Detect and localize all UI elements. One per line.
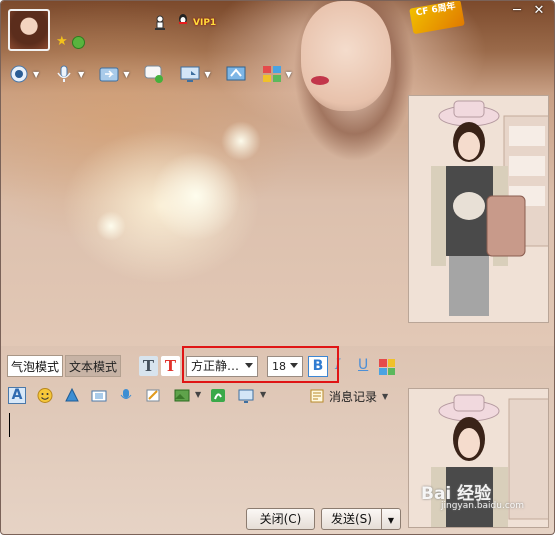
magic-icon[interactable] <box>63 387 81 404</box>
voice-call-button[interactable]: ▼ <box>53 61 84 87</box>
remote-desktop-icon <box>180 66 200 82</box>
qq-show-contact[interactable] <box>408 95 549 323</box>
highlight-box <box>182 346 339 383</box>
close-icon[interactable]: ✕ <box>530 3 548 19</box>
qq-show-figure-icon <box>409 96 548 322</box>
banner-sparkle <box>221 121 261 161</box>
qzone-icon[interactable] <box>72 36 85 49</box>
chess-icon[interactable] <box>153 15 167 30</box>
chevron-down-icon[interactable]: ▼ <box>195 390 201 399</box>
share-screen-icon <box>226 66 246 81</box>
screenshot-icon[interactable] <box>90 387 108 404</box>
file-transfer-icon <box>99 67 119 82</box>
history-icon <box>310 389 324 403</box>
banner-lips <box>311 76 329 85</box>
color-palette-icon[interactable] <box>379 359 395 375</box>
avatar[interactable] <box>8 9 50 51</box>
file-transfer-button[interactable]: ▼ <box>98 61 129 87</box>
share-screen-button[interactable] <box>225 61 247 87</box>
chevron-down-icon[interactable]: ▼ <box>260 390 266 399</box>
voice-msg-icon[interactable] <box>117 387 135 404</box>
message-icon <box>144 65 164 83</box>
send-options-button[interactable]: ▼ <box>381 508 401 530</box>
main-toolbar: ▼ ▼ ▼ ▼ ▼ <box>8 61 306 87</box>
chevron-down-icon[interactable]: ▼ <box>78 70 84 79</box>
voice-call-icon <box>57 65 71 82</box>
send-button[interactable]: 发送(S) <box>321 508 382 530</box>
apps-button[interactable]: ▼ <box>261 61 292 87</box>
chat-window: ★ VIP1 CF 6周年 ─ ✕ ▼ ▼ ▼ ▼ ▼ 气泡模式 文本模式 T … <box>0 0 555 535</box>
minimize-icon[interactable]: ─ <box>508 3 526 19</box>
screen-capture-icon[interactable] <box>237 387 255 404</box>
penguin-icon[interactable] <box>177 13 191 27</box>
banner-sparkle <box>96 211 126 241</box>
image-icon[interactable] <box>173 387 191 404</box>
chevron-down-icon[interactable]: ▼ <box>286 70 292 79</box>
message-history-label: 消息记录 <box>329 389 378 404</box>
video-call-icon <box>10 65 28 83</box>
text-mode-tab[interactable]: 文本模式 <box>65 355 122 377</box>
bubble-mode-tab[interactable]: 气泡模式 <box>7 355 64 377</box>
text-color-button[interactable]: T <box>161 356 180 376</box>
message-history-button[interactable]: 消息记录 ▼ <box>310 387 388 405</box>
doodle-icon[interactable] <box>209 387 227 404</box>
font-icon[interactable]: A <box>8 387 26 404</box>
underline-button[interactable]: U <box>358 357 368 373</box>
message-button[interactable] <box>143 61 165 87</box>
remote-desktop-button[interactable]: ▼ <box>179 61 211 87</box>
notes-icon[interactable] <box>144 387 162 404</box>
smiley-icon[interactable] <box>36 387 54 404</box>
star-icon[interactable]: ★ <box>56 34 68 49</box>
chevron-down-icon[interactable]: ▼ <box>204 70 210 79</box>
message-input[interactable] <box>3 409 406 501</box>
vip-badge[interactable]: VIP1 <box>193 18 216 28</box>
banner-face <box>301 1 391 111</box>
text-style-button[interactable]: T <box>139 356 158 376</box>
chevron-down-icon[interactable]: ▼ <box>123 70 129 79</box>
apps-icon <box>262 66 281 82</box>
chevron-down-icon: ▼ <box>387 516 395 525</box>
text-cursor <box>9 413 10 437</box>
banner-sparkle <box>151 151 241 241</box>
chevron-down-icon[interactable]: ▼ <box>382 392 388 401</box>
video-call-button[interactable]: ▼ <box>8 61 39 87</box>
close-button[interactable]: 关闭(C) <box>246 508 315 530</box>
chevron-down-icon[interactable]: ▼ <box>33 70 39 79</box>
tools-toolbar: A ▼ ▼ 消息记录 ▼ <box>1 385 406 407</box>
watermark-url: jingyan.baidu.com <box>441 501 525 511</box>
